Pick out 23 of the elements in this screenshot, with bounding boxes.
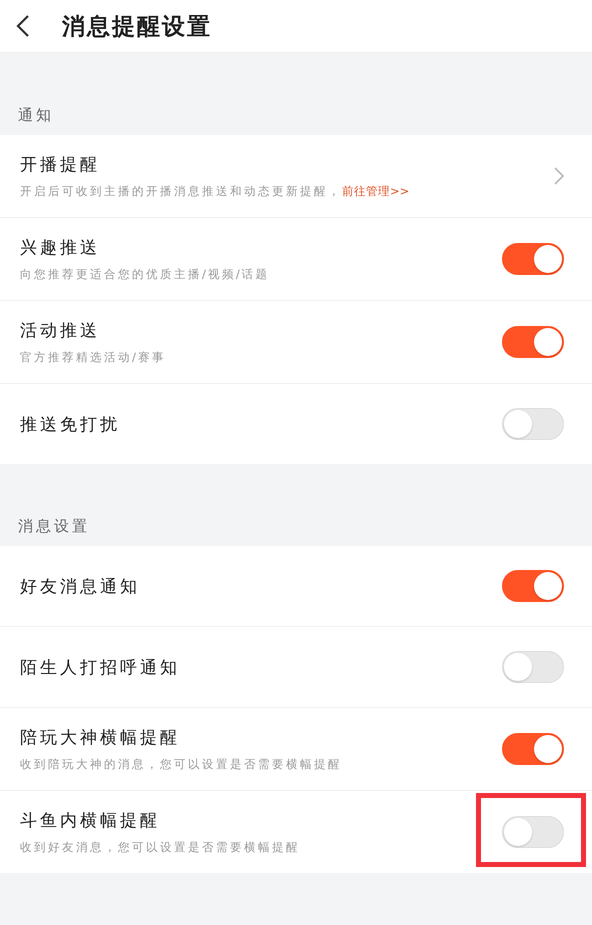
manage-link[interactable]: 前往管理>> bbox=[342, 184, 410, 198]
chevron-icon[interactable] bbox=[554, 167, 564, 185]
setting-description: 向您推荐更适合您的优质主播/视频/话题 bbox=[20, 267, 270, 282]
page-title: 消息提醒设置 bbox=[62, 12, 212, 42]
setting-description: 官方推荐精选活动/赛事 bbox=[20, 350, 166, 365]
setting-title: 推送免打扰 bbox=[20, 414, 120, 436]
back-icon[interactable] bbox=[16, 14, 30, 38]
setting-title: 开播提醒 bbox=[20, 154, 101, 176]
section-label: 通知 bbox=[18, 106, 54, 124]
section-label: 消息设置 bbox=[18, 516, 90, 536]
setting-description: 收到好友消息，您可以设置是否需要横幅提醒 bbox=[20, 840, 300, 855]
setting-title: 斗鱼内横幅提醒 bbox=[20, 810, 161, 832]
toggle-switch[interactable] bbox=[502, 570, 564, 602]
toggle-switch[interactable] bbox=[502, 326, 564, 358]
setting-description: 开启后可收到主播的开播消息推送和动态更新提醒，前往管理>> bbox=[20, 184, 410, 199]
setting-title: 兴趣推送 bbox=[20, 237, 101, 259]
toggle-switch[interactable] bbox=[502, 733, 564, 765]
toggle-switch[interactable] bbox=[502, 243, 564, 275]
setting-title: 好友消息通知 bbox=[20, 576, 140, 598]
setting-title: 陌生人打招呼通知 bbox=[20, 656, 180, 678]
setting-title: 活动推送 bbox=[20, 320, 101, 342]
setting-description: 收到陪玩大神的消息，您可以设置是否需要横幅提醒 bbox=[20, 757, 342, 772]
setting-title: 陪玩大神横幅提醒 bbox=[20, 727, 181, 749]
